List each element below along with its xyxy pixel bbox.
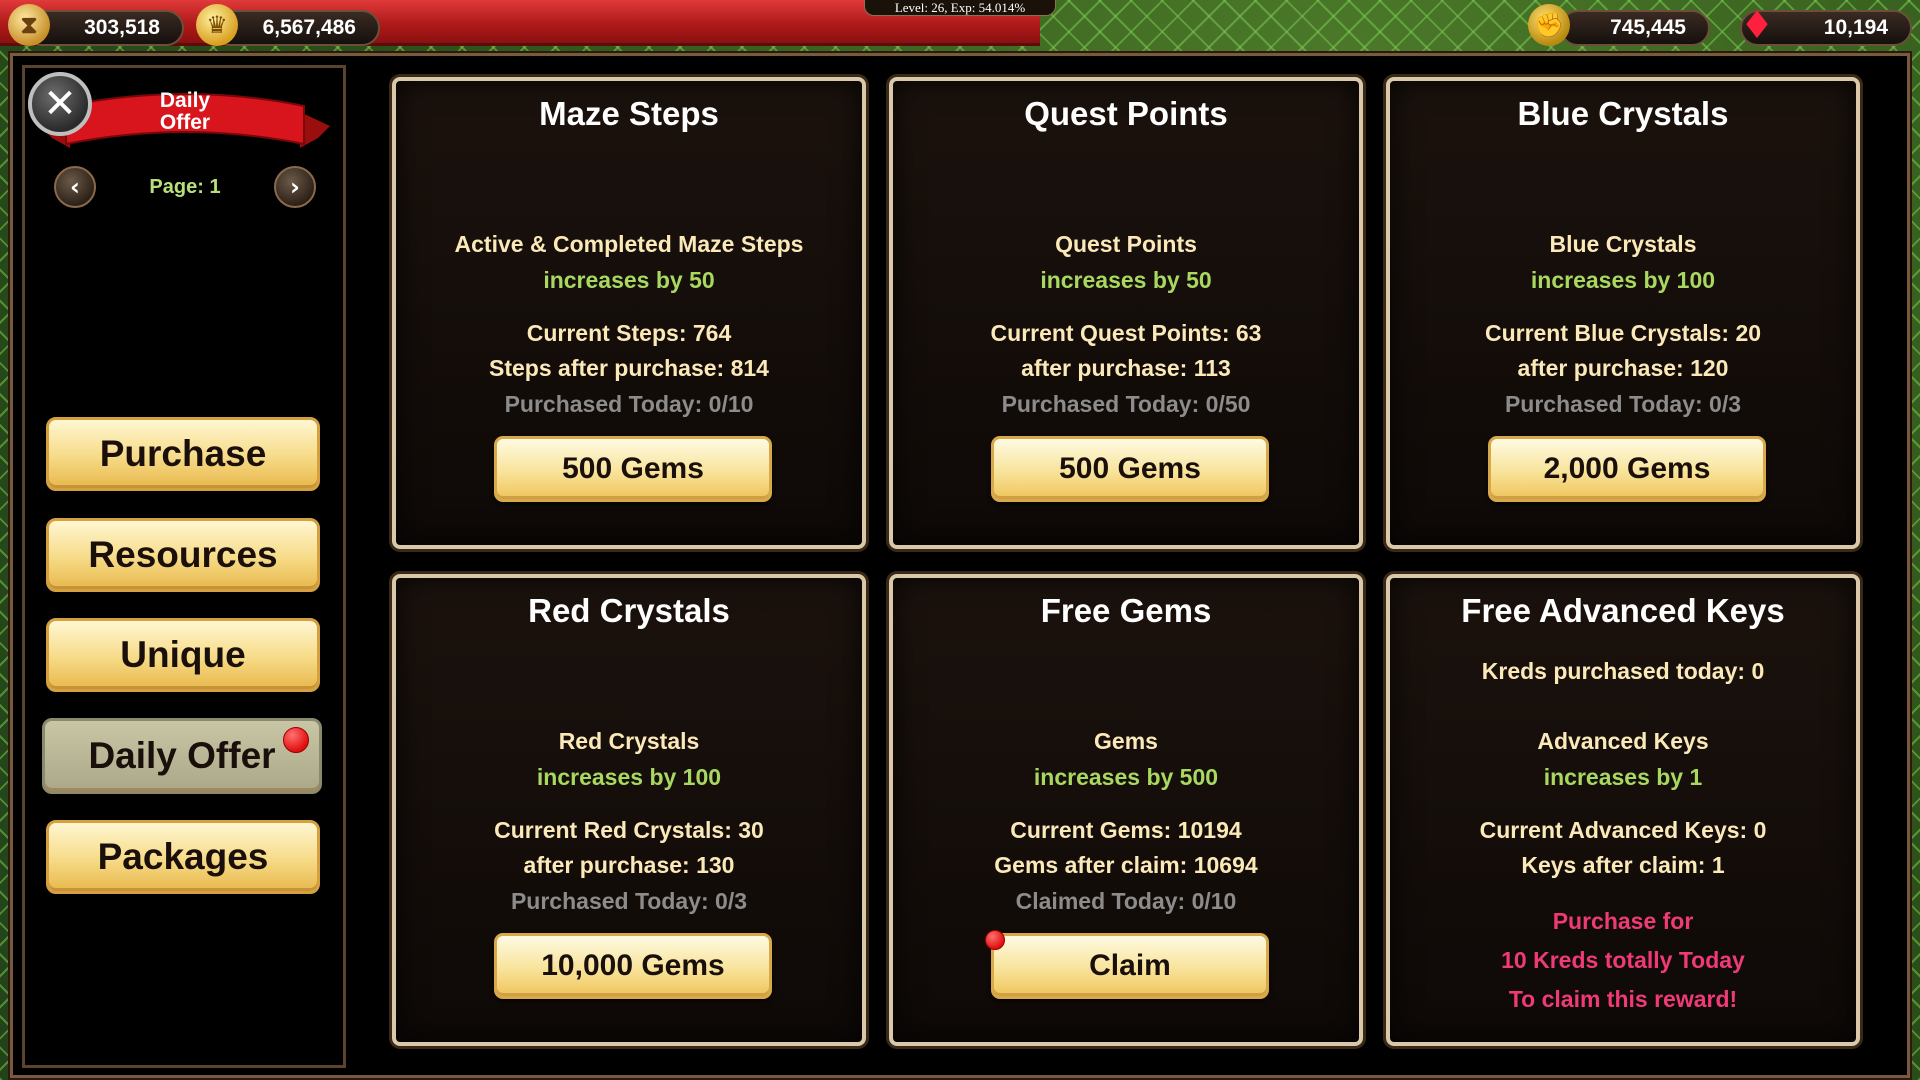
requirement-note-line1: Purchase for <box>1552 908 1694 934</box>
increase-amount: increases by 500 <box>1033 764 1219 790</box>
purchased-today: Purchased Today: 0/3 <box>510 888 748 914</box>
card-title: Maze Steps <box>539 95 719 132</box>
item-name: Active & Completed Maze Steps <box>454 231 804 257</box>
card-title: Red Crystals <box>528 592 730 629</box>
resources-tab-label: Resources <box>88 534 278 575</box>
red-gem-icon: ♦ <box>1739 3 1775 47</box>
item-name: Advanced Keys <box>1537 728 1709 754</box>
offer-card-quest-points: Quest Points Quest Points increases by 5… <box>889 77 1363 549</box>
purchased-today: Purchased Today: 0/50 <box>1001 391 1251 417</box>
hourglass-icon: ⧗ <box>8 4 50 46</box>
packages-tab-button[interactable]: Packages <box>46 820 320 894</box>
current-value: Current Steps: 764 <box>526 320 732 346</box>
purchase-tab-label: Purchase <box>99 433 267 474</box>
after-value: after purchase: 120 <box>1517 355 1729 381</box>
button-label: 2,000 Gems <box>1543 452 1711 485</box>
buy-red-crystals-button[interactable]: 10,000 Gems <box>494 933 772 999</box>
daily-offer-tab-label: Daily Offer <box>88 735 276 776</box>
purchased-today: Purchased Today: 0/10 <box>504 391 754 417</box>
level-exp-indicator: Level: 26, Exp: 54.014% <box>864 0 1056 16</box>
crown-coin-icon: ♛ <box>196 4 238 46</box>
fist-coin-icon: ✊ <box>1528 4 1570 46</box>
current-value: Current Quest Points: 63 <box>990 320 1262 346</box>
increase-amount: increases by 100 <box>536 764 722 790</box>
button-label: 500 Gems <box>562 452 704 485</box>
resources-tab-button[interactable]: Resources <box>46 518 320 592</box>
next-page-button[interactable]: › <box>274 166 316 208</box>
notification-dot <box>283 727 309 753</box>
item-name: Gems <box>1094 728 1158 754</box>
increase-amount: increases by 100 <box>1530 267 1716 293</box>
card-title: Free Advanced Keys <box>1461 592 1785 629</box>
kreds-purchased-today: Kreds purchased today: 0 <box>1481 658 1765 684</box>
card-title: Quest Points <box>1024 95 1228 132</box>
buy-quest-points-button[interactable]: 500 Gems <box>991 436 1269 502</box>
after-value: Keys after claim: 1 <box>1521 852 1725 878</box>
claim-free-gems-button[interactable]: Claim <box>991 933 1269 999</box>
after-value: after purchase: 130 <box>523 852 735 878</box>
after-value: after purchase: 113 <box>1021 355 1231 381</box>
button-label: 500 Gems <box>1059 452 1201 485</box>
level-exp-text: Level: 26, Exp: 54.014% <box>894 0 1026 15</box>
top-hud: 303,518 ⧗ 6,567,486 ♛ Level: 26, Exp: 54… <box>0 0 1920 54</box>
close-icon: ✕ <box>43 81 77 127</box>
close-button[interactable]: ✕ <box>28 72 92 136</box>
item-name: Quest Points <box>1055 231 1197 257</box>
requirement-note-line3: To claim this reward! <box>1508 986 1738 1012</box>
card-title: Blue Crystals <box>1517 95 1729 132</box>
page-navigation: ‹ Page: 1 › <box>54 166 316 210</box>
resource3-counter: 745,445 <box>1560 10 1710 46</box>
increase-amount: increases by 50 <box>1040 267 1212 293</box>
item-name: Blue Crystals <box>1549 231 1697 257</box>
packages-tab-label: Packages <box>97 836 269 877</box>
gems-value: 10,194 <box>1823 16 1888 39</box>
purchased-today: Purchased Today: 0/3 <box>1504 391 1742 417</box>
claimed-today: Claimed Today: 0/10 <box>1015 888 1237 914</box>
ribbon-title-text: Daily Offer <box>159 89 211 134</box>
daily-offer-tab-button[interactable]: Daily Offer <box>42 718 322 794</box>
notification-dot <box>985 930 1005 950</box>
increase-amount: increases by 50 <box>543 267 715 293</box>
card-title: Free Gems <box>1040 592 1212 629</box>
offer-card-free-advanced-keys: Free Advanced Keys Kreds purchased today… <box>1386 574 1860 1046</box>
increase-amount: increases by 1 <box>1543 764 1703 790</box>
current-value: Current Red Crystals: 30 <box>494 817 764 843</box>
resource2-value: 6,567,486 <box>262 16 356 39</box>
unique-tab-label: Unique <box>120 634 246 675</box>
item-name: Red Crystals <box>558 728 700 754</box>
buy-blue-crystals-button[interactable]: 2,000 Gems <box>1488 436 1766 502</box>
current-value: Current Blue Crystals: 20 <box>1484 320 1762 346</box>
current-value: Current Gems: 10194 <box>1010 817 1242 843</box>
offer-card-maze-steps: Maze Steps Active & Completed Maze Steps… <box>392 77 866 549</box>
chevron-right-icon: › <box>290 173 300 201</box>
offer-card-blue-crystals: Blue Crystals Blue Crystals increases by… <box>1386 77 1860 549</box>
current-value: Current Advanced Keys: 0 <box>1479 817 1767 843</box>
unique-tab-button[interactable]: Unique <box>46 618 320 692</box>
requirement-note-line2: 10 Kreds totally Today <box>1501 947 1745 973</box>
button-label: 10,000 Gems <box>541 949 725 982</box>
resource3-value: 745,445 <box>1610 16 1686 39</box>
resource1-value: 303,518 <box>84 16 160 39</box>
offer-card-free-gems: Free Gems Gems increases by 500 Current … <box>889 574 1363 1046</box>
purchase-tab-button[interactable]: Purchase <box>46 417 320 491</box>
button-label: Claim <box>1089 949 1171 982</box>
buy-maze-steps-button[interactable]: 500 Gems <box>494 436 772 502</box>
offer-card-red-crystals: Red Crystals Red Crystals increases by 1… <box>392 574 866 1046</box>
after-value: Gems after claim: 10694 <box>994 852 1258 878</box>
after-value: Steps after purchase: 814 <box>489 355 769 381</box>
